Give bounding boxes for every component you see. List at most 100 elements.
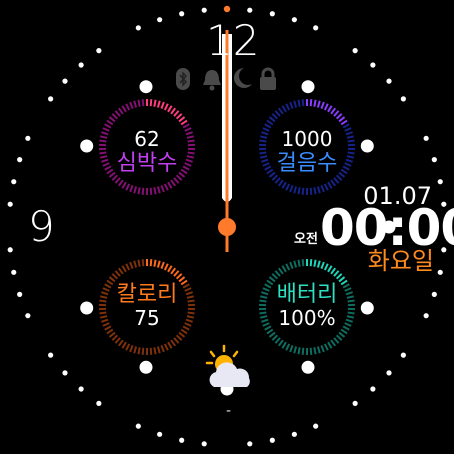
bell-icon <box>203 70 221 91</box>
ring-tick <box>320 101 325 109</box>
minute-tick <box>269 11 275 17</box>
minute-tick <box>247 7 253 13</box>
ring-tick <box>160 345 165 353</box>
ring-tick <box>316 186 321 194</box>
ring-tick <box>108 276 116 283</box>
ring-tick <box>108 331 116 338</box>
minute-tick <box>179 11 185 17</box>
dial-number-9: 9 <box>28 202 55 251</box>
ring-tick <box>163 103 169 111</box>
ring-tick <box>327 105 333 113</box>
ring-tick <box>301 259 305 267</box>
hour-marker <box>139 80 153 94</box>
ring-tick <box>114 177 121 184</box>
ring-tick <box>301 347 305 355</box>
ring-tick <box>149 259 153 267</box>
ring-tick <box>285 263 291 271</box>
ring-tick <box>173 110 180 117</box>
ring-tick <box>156 260 161 268</box>
ring-tick <box>301 99 305 107</box>
ring-tick <box>133 260 138 268</box>
ring-tick <box>274 337 281 344</box>
ring-tick <box>293 260 298 268</box>
hour-marker <box>360 139 374 153</box>
minute-tick <box>157 17 163 23</box>
ring-tick <box>297 347 301 355</box>
ring-tick <box>149 347 153 355</box>
ring-tick <box>156 186 161 194</box>
ring-tick <box>289 345 294 353</box>
ring-tick <box>277 267 284 275</box>
hour-marker <box>80 301 94 315</box>
ring-tick <box>266 328 274 335</box>
ring-tick <box>289 261 294 269</box>
minute-tick <box>17 157 23 163</box>
ring-tick <box>114 337 121 344</box>
ring-tick <box>333 337 340 344</box>
minute-tick <box>386 370 392 376</box>
ring-tick <box>163 183 169 191</box>
minute-tick <box>25 135 31 141</box>
minute-tick <box>179 437 185 443</box>
ring-tick <box>167 341 173 349</box>
ring-tick <box>281 265 287 273</box>
ring-tick <box>285 183 291 191</box>
ring-tick <box>121 181 127 189</box>
ring-tick <box>137 187 141 195</box>
ring-tick <box>301 187 305 195</box>
ring-tick <box>111 334 119 341</box>
ring-tick <box>335 174 343 181</box>
ring-tick <box>289 185 294 193</box>
minute-tick <box>400 96 406 102</box>
ring-tick <box>117 339 124 347</box>
ring-tick <box>320 345 325 353</box>
ring-tick <box>323 263 329 271</box>
ring-tick <box>129 185 134 193</box>
ring-tick <box>111 113 119 120</box>
ring-tick <box>149 99 153 107</box>
minute-tick <box>48 96 54 102</box>
ring-tick <box>297 99 301 107</box>
ring-tick <box>323 103 329 111</box>
ring-tick <box>163 263 169 271</box>
ring-tick <box>106 119 114 126</box>
ring-tick <box>281 341 287 349</box>
minute-tick <box>25 313 31 319</box>
ring-tick <box>170 107 177 115</box>
ring-tick <box>129 101 134 109</box>
ring-tick <box>327 341 333 349</box>
minute-tick <box>291 17 297 23</box>
ring-tick <box>133 100 138 108</box>
ring-tick <box>268 331 276 338</box>
weekday-text: 화요일 <box>367 247 434 275</box>
minute-tick <box>7 247 13 253</box>
ring-tick <box>178 331 186 338</box>
ring-tick <box>121 341 127 349</box>
ring-tick <box>289 101 294 109</box>
minute-tick <box>7 201 13 207</box>
ring-tick <box>309 347 313 355</box>
ring-tick <box>153 187 157 195</box>
ring-tick <box>156 346 161 354</box>
ring-tick <box>297 259 301 267</box>
ring-tick <box>108 116 116 123</box>
battery-value: 100% <box>278 306 336 330</box>
partly-cloudy-icon <box>205 344 250 387</box>
ring-tick <box>293 186 298 194</box>
ring-tick <box>335 334 343 341</box>
ring-tick <box>125 103 131 111</box>
ring-tick <box>266 119 274 126</box>
ring-tick <box>182 123 190 129</box>
ring-tick <box>316 100 321 108</box>
ring-tick <box>327 181 333 189</box>
ring-tick <box>277 179 284 187</box>
ring-tick <box>153 347 157 355</box>
ring-tick <box>330 339 337 347</box>
minute-tick <box>400 352 406 358</box>
minute-tick <box>370 62 376 68</box>
minute-tick <box>135 423 141 429</box>
ring-tick <box>149 187 153 195</box>
ring-tick <box>268 116 276 123</box>
minute-tick <box>201 7 207 13</box>
ring-tick <box>333 110 340 117</box>
